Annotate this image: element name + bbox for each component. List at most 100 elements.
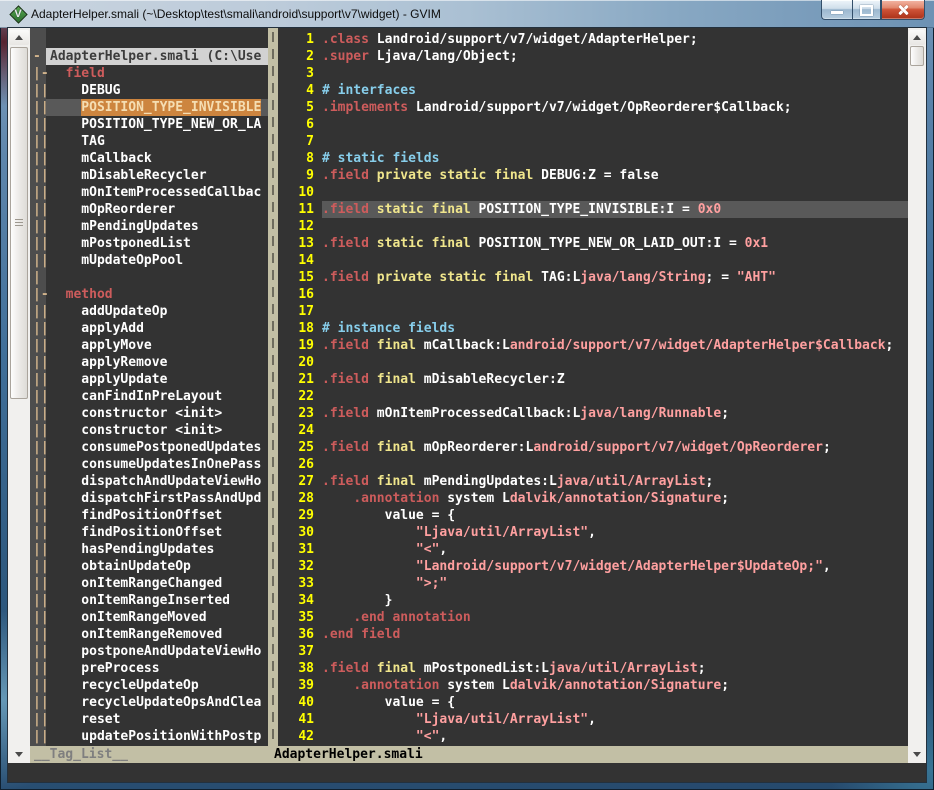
code-line[interactable]: 5 .implements Landroid/support/v7/widget/… xyxy=(278,99,908,116)
taglist-row[interactable]: || mPendingUpdates xyxy=(30,218,268,235)
code-line[interactable]: 33 ">;" xyxy=(278,575,908,592)
code-line[interactable]: 39 .annotation system Ldalvik/annotation… xyxy=(278,677,908,694)
taglist-row[interactable]: || mCallback xyxy=(30,150,268,167)
taglist-row[interactable]: || findPositionOffset xyxy=(30,524,268,541)
code-line[interactable]: 2 .super Ljava/lang/Object; xyxy=(278,48,908,65)
taglist-row[interactable]: || canFindInPreLayout xyxy=(30,388,268,405)
code-line[interactable]: 40 value = { xyxy=(278,694,908,711)
scroll-up-button[interactable] xyxy=(909,30,925,45)
code-line[interactable]: 8 # static fields xyxy=(278,150,908,167)
code-line[interactable]: 23 .field mOnItemProcessedCallback:Ljava/… xyxy=(278,405,908,422)
taglist-row[interactable]: || TAG xyxy=(30,133,268,150)
code-line[interactable]: 29 value = { xyxy=(278,507,908,524)
scrollbar-thumb[interactable] xyxy=(10,47,28,399)
code-line[interactable]: 18 # instance fields xyxy=(278,320,908,337)
command-line-area[interactable] xyxy=(8,763,926,782)
code-line[interactable]: 31 "<", xyxy=(278,541,908,558)
titlebar[interactable]: V AdapterHelper.smali (~\Desktop\test\sm… xyxy=(0,0,934,28)
taglist-row[interactable]: || mDisableRecycler xyxy=(30,167,268,184)
taglist-row[interactable]: || updatePositionWithPostp xyxy=(30,728,268,745)
line-number: 14 xyxy=(298,253,314,268)
taglist-row[interactable]: || recycleUpdateOpsAndClea xyxy=(30,694,268,711)
code-line[interactable]: 19 .field final mCallback:Landroid/suppor… xyxy=(278,337,908,354)
code-line[interactable]: 14 xyxy=(278,252,908,269)
taglist-row[interactable]: || onItemRangeRemoved xyxy=(30,626,268,643)
code-line[interactable]: 26 xyxy=(278,456,908,473)
code-line[interactable]: 27 .field final mPendingUpdates:Ljava/uti… xyxy=(278,473,908,490)
taglist-row[interactable]: || obtainUpdateOp xyxy=(30,558,268,575)
maximize-button[interactable] xyxy=(852,0,881,20)
code-line[interactable]: 17 xyxy=(278,303,908,320)
code-line[interactable]: 10 xyxy=(278,184,908,201)
code-line[interactable]: 38 .field final mPostponedList:Ljava/util… xyxy=(278,660,908,677)
code-line[interactable]: 7 xyxy=(278,133,908,150)
code-line[interactable]: 20 xyxy=(278,354,908,371)
code-line[interactable]: 41 "Ljava/util/ArrayList", xyxy=(278,711,908,728)
code-line[interactable]: 1 .class Landroid/support/v7/widget/Adapt… xyxy=(278,31,908,48)
code-line-cursor[interactable]: 11 .field static final POSITION_TYPE_INVI… xyxy=(278,201,908,218)
taglist-row[interactable]: |- field xyxy=(30,65,268,82)
taglist-row[interactable]: || reset xyxy=(30,711,268,728)
taglist-row[interactable]: || onItemRangeInserted xyxy=(30,592,268,609)
code-line[interactable]: 25 .field final mOpReorderer:Landroid/sup… xyxy=(278,439,908,456)
code-line[interactable]: 34 } xyxy=(278,592,908,609)
taglist-row[interactable]: |- method xyxy=(30,286,268,303)
taglist-row[interactable]: || dispatchFirstPassAndUpd xyxy=(30,490,268,507)
code-line[interactable]: 37 xyxy=(278,643,908,660)
taglist-row[interactable]: || constructor <init> xyxy=(30,405,268,422)
code-line[interactable]: 21 .field final mDisableRecycler:Z xyxy=(278,371,908,388)
taglist-row[interactable]: || preProcess xyxy=(30,660,268,677)
taglist-row[interactable]: || applyAdd xyxy=(30,320,268,337)
taglist-row[interactable]: || POSITION_TYPE_INVISIBLE xyxy=(30,99,268,116)
scroll-down-button[interactable] xyxy=(909,746,925,762)
scrollbar-thumb[interactable] xyxy=(910,46,924,66)
code-line[interactable]: 35 .end annotation xyxy=(278,609,908,626)
taglist-row[interactable]: || POSITION_TYPE_NEW_OR_LA xyxy=(30,116,268,133)
code-line[interactable]: 16 xyxy=(278,286,908,303)
taglist-row[interactable]: || mUpdateOpPool xyxy=(30,252,268,269)
minimize-button[interactable] xyxy=(821,0,852,20)
taglist-row[interactable]: || applyUpdate xyxy=(30,371,268,388)
code-line[interactable]: 36 .end field xyxy=(278,626,908,643)
taglist-row[interactable]: || recycleUpdateOp xyxy=(30,677,268,694)
code-line[interactable]: 9 .field private static final DEBUG:Z = f… xyxy=(278,167,908,184)
code-line[interactable]: 15 .field private static final TAG:Ljava/… xyxy=(278,269,908,286)
code-line[interactable]: 13 .field static final POSITION_TYPE_NEW_… xyxy=(278,235,908,252)
taglist-row[interactable]: || findPositionOffset xyxy=(30,507,268,524)
code-line[interactable]: 32 "Landroid/support/v7/widget/AdapterHe… xyxy=(278,558,908,575)
window-split-separator[interactable] xyxy=(268,28,278,746)
scroll-down-button[interactable] xyxy=(9,746,29,762)
code-line[interactable]: 42 "<", xyxy=(278,728,908,745)
scroll-up-button[interactable] xyxy=(9,30,29,45)
taglist-row[interactable]: - AdapterHelper.smali (C:\Use xyxy=(30,48,268,65)
editor-scrollbar[interactable] xyxy=(908,28,926,763)
taglist-row[interactable]: || applyRemove xyxy=(30,354,268,371)
code-line[interactable]: 22 xyxy=(278,388,908,405)
taglist-row[interactable]: || postponeAndUpdateViewHo xyxy=(30,643,268,660)
taglist-row[interactable]: || mOnItemProcessedCallbac xyxy=(30,184,268,201)
taglist-scrollbar[interactable] xyxy=(8,28,30,763)
taglist-row[interactable]: || consumeUpdatesInOnePass xyxy=(30,456,268,473)
taglist-row[interactable]: || mPostponedList xyxy=(30,235,268,252)
close-button[interactable] xyxy=(881,0,925,20)
taglist-row[interactable]: || consumePostponedUpdates xyxy=(30,439,268,456)
code-line[interactable]: 30 "Ljava/util/ArrayList", xyxy=(278,524,908,541)
taglist-row[interactable]: || addUpdateOp xyxy=(30,303,268,320)
code-line[interactable]: 28 .annotation system Ldalvik/annotation… xyxy=(278,490,908,507)
code-line[interactable]: 3 xyxy=(278,65,908,82)
taglist-row[interactable]: || DEBUG xyxy=(30,82,268,99)
taglist-row[interactable]: || onItemRangeMoved xyxy=(30,609,268,626)
taglist-row[interactable]: || hasPendingUpdates xyxy=(30,541,268,558)
code-editor[interactable]: 1 .class Landroid/support/v7/widget/Adapt… xyxy=(278,28,908,746)
taglist-row[interactable]: || applyMove xyxy=(30,337,268,354)
taglist-row[interactable]: || dispatchAndUpdateViewHo xyxy=(30,473,268,490)
code-line[interactable]: 6 xyxy=(278,116,908,133)
taglist-row[interactable]: || constructor <init> xyxy=(30,422,268,439)
code-line[interactable]: 12 xyxy=(278,218,908,235)
code-line[interactable]: 4 # interfaces xyxy=(278,82,908,99)
taglist-row[interactable]: || onItemRangeChanged xyxy=(30,575,268,592)
code-line[interactable]: 24 xyxy=(278,422,908,439)
taglist-row[interactable]: || mOpReorderer xyxy=(30,201,268,218)
